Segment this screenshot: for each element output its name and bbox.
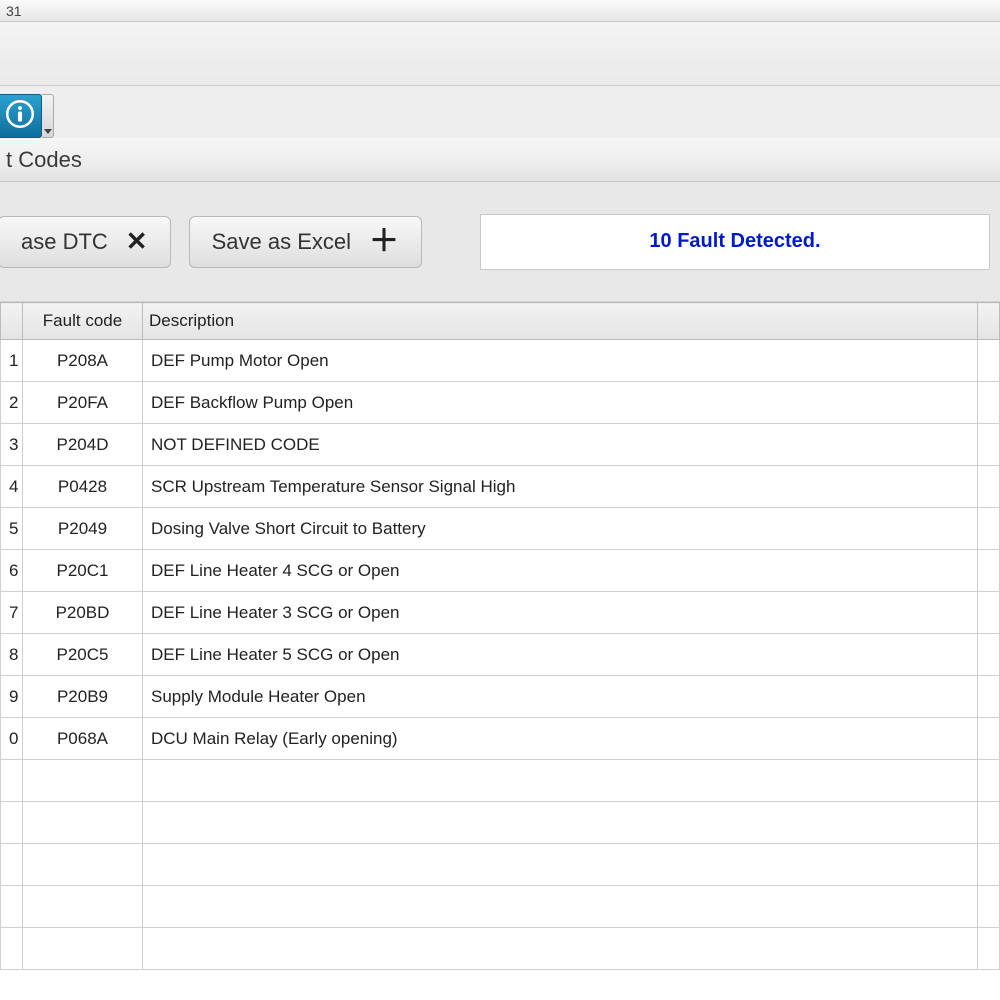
- action-toolbar: ase DTC ✕ Save as Excel ＋ 10 Fault Detec…: [0, 182, 1000, 302]
- cell-desc: Supply Module Heater Open: [143, 676, 978, 718]
- cell-extra: [978, 844, 1000, 886]
- cell-desc: [143, 802, 978, 844]
- cell-desc: Dosing Valve Short Circuit to Battery: [143, 508, 978, 550]
- fault-status-panel: 10 Fault Detected.: [480, 214, 990, 270]
- cell-code: P20BD: [23, 592, 143, 634]
- cell-code: P208A: [23, 340, 143, 382]
- cell-desc: [143, 928, 978, 970]
- fault-table: Fault code Description 1 P208A DEF Pump …: [0, 302, 1000, 970]
- cell-extra: [978, 592, 1000, 634]
- cell-code: P20C1: [23, 550, 143, 592]
- cell-code: [23, 802, 143, 844]
- table-row[interactable]: 9 P20B9 Supply Module Heater Open: [1, 676, 1000, 718]
- menubar: [0, 22, 1000, 86]
- table-row[interactable]: 3 P204D NOT DEFINED CODE: [1, 424, 1000, 466]
- cell-extra: [978, 886, 1000, 928]
- cell-code: P20C5: [23, 634, 143, 676]
- fault-table-container[interactable]: Fault code Description 1 P208A DEF Pump …: [0, 302, 1000, 1000]
- table-row-empty[interactable]: [1, 802, 1000, 844]
- cell-extra: [978, 424, 1000, 466]
- close-icon: ✕: [126, 226, 148, 257]
- cell-desc: [143, 760, 978, 802]
- cell-extra: [978, 340, 1000, 382]
- window-title-text: 31: [6, 3, 22, 19]
- window-titlebar: 31: [0, 0, 1000, 22]
- save-excel-button[interactable]: Save as Excel ＋: [189, 216, 422, 268]
- cell-code: [23, 928, 143, 970]
- info-dropdown[interactable]: [42, 94, 54, 138]
- cell-num: [1, 844, 23, 886]
- erase-dtc-label: ase DTC: [21, 229, 108, 255]
- cell-desc: DEF Line Heater 5 SCG or Open: [143, 634, 978, 676]
- cell-code: P20B9: [23, 676, 143, 718]
- info-button[interactable]: [0, 94, 42, 138]
- cell-desc: DEF Line Heater 3 SCG or Open: [143, 592, 978, 634]
- cell-desc: DEF Line Heater 4 SCG or Open: [143, 550, 978, 592]
- cell-num: 2: [1, 382, 23, 424]
- col-header-code[interactable]: Fault code: [23, 303, 143, 340]
- col-header-num[interactable]: [1, 303, 23, 340]
- cell-desc: SCR Upstream Temperature Sensor Signal H…: [143, 466, 978, 508]
- cell-num: [1, 802, 23, 844]
- table-row[interactable]: 0 P068A DCU Main Relay (Early opening): [1, 718, 1000, 760]
- cell-extra: [978, 718, 1000, 760]
- cell-code: P20FA: [23, 382, 143, 424]
- col-header-extra[interactable]: [978, 303, 1000, 340]
- fault-status-text: 10 Fault Detected.: [649, 230, 820, 253]
- cell-code: P204D: [23, 424, 143, 466]
- cell-num: 8: [1, 634, 23, 676]
- cell-num: 0: [1, 718, 23, 760]
- cell-desc: [143, 886, 978, 928]
- save-excel-label: Save as Excel: [212, 229, 351, 255]
- info-icon: [3, 97, 37, 136]
- table-row[interactable]: 2 P20FA DEF Backflow Pump Open: [1, 382, 1000, 424]
- erase-dtc-button[interactable]: ase DTC ✕: [0, 216, 171, 268]
- cell-num: 9: [1, 676, 23, 718]
- cell-num: 4: [1, 466, 23, 508]
- col-header-desc[interactable]: Description: [143, 303, 978, 340]
- table-row[interactable]: 4 P0428 SCR Upstream Temperature Sensor …: [1, 466, 1000, 508]
- cell-code: P068A: [23, 718, 143, 760]
- cell-desc: NOT DEFINED CODE: [143, 424, 978, 466]
- chevron-down-icon: [44, 129, 52, 134]
- cell-desc: [143, 844, 978, 886]
- cell-num: 3: [1, 424, 23, 466]
- section-title: t Codes: [6, 147, 82, 173]
- cell-desc: DCU Main Relay (Early opening): [143, 718, 978, 760]
- cell-extra: [978, 508, 1000, 550]
- table-row-empty[interactable]: [1, 844, 1000, 886]
- cell-code: P0428: [23, 466, 143, 508]
- cell-extra: [978, 382, 1000, 424]
- cell-num: 6: [1, 550, 23, 592]
- table-row[interactable]: 1 P208A DEF Pump Motor Open: [1, 340, 1000, 382]
- toolbar-icons: [0, 86, 1000, 138]
- table-row-empty[interactable]: [1, 886, 1000, 928]
- cell-num: [1, 886, 23, 928]
- cell-extra: [978, 802, 1000, 844]
- cell-desc: DEF Backflow Pump Open: [143, 382, 978, 424]
- cell-num: [1, 928, 23, 970]
- cell-num: 1: [1, 340, 23, 382]
- cell-extra: [978, 928, 1000, 970]
- cell-code: P2049: [23, 508, 143, 550]
- cell-code: [23, 844, 143, 886]
- cell-num: [1, 760, 23, 802]
- table-row[interactable]: 5 P2049 Dosing Valve Short Circuit to Ba…: [1, 508, 1000, 550]
- cell-extra: [978, 760, 1000, 802]
- table-row[interactable]: 6 P20C1 DEF Line Heater 4 SCG or Open: [1, 550, 1000, 592]
- cell-desc: DEF Pump Motor Open: [143, 340, 978, 382]
- table-row[interactable]: 7 P20BD DEF Line Heater 3 SCG or Open: [1, 592, 1000, 634]
- section-header: t Codes: [0, 138, 1000, 182]
- cell-code: [23, 886, 143, 928]
- table-row-empty[interactable]: [1, 928, 1000, 970]
- cell-extra: [978, 676, 1000, 718]
- cell-extra: [978, 550, 1000, 592]
- cell-extra: [978, 466, 1000, 508]
- cell-num: 5: [1, 508, 23, 550]
- cell-num: 7: [1, 592, 23, 634]
- cell-code: [23, 760, 143, 802]
- cell-extra: [978, 634, 1000, 676]
- table-row-empty[interactable]: [1, 760, 1000, 802]
- table-row[interactable]: 8 P20C5 DEF Line Heater 5 SCG or Open: [1, 634, 1000, 676]
